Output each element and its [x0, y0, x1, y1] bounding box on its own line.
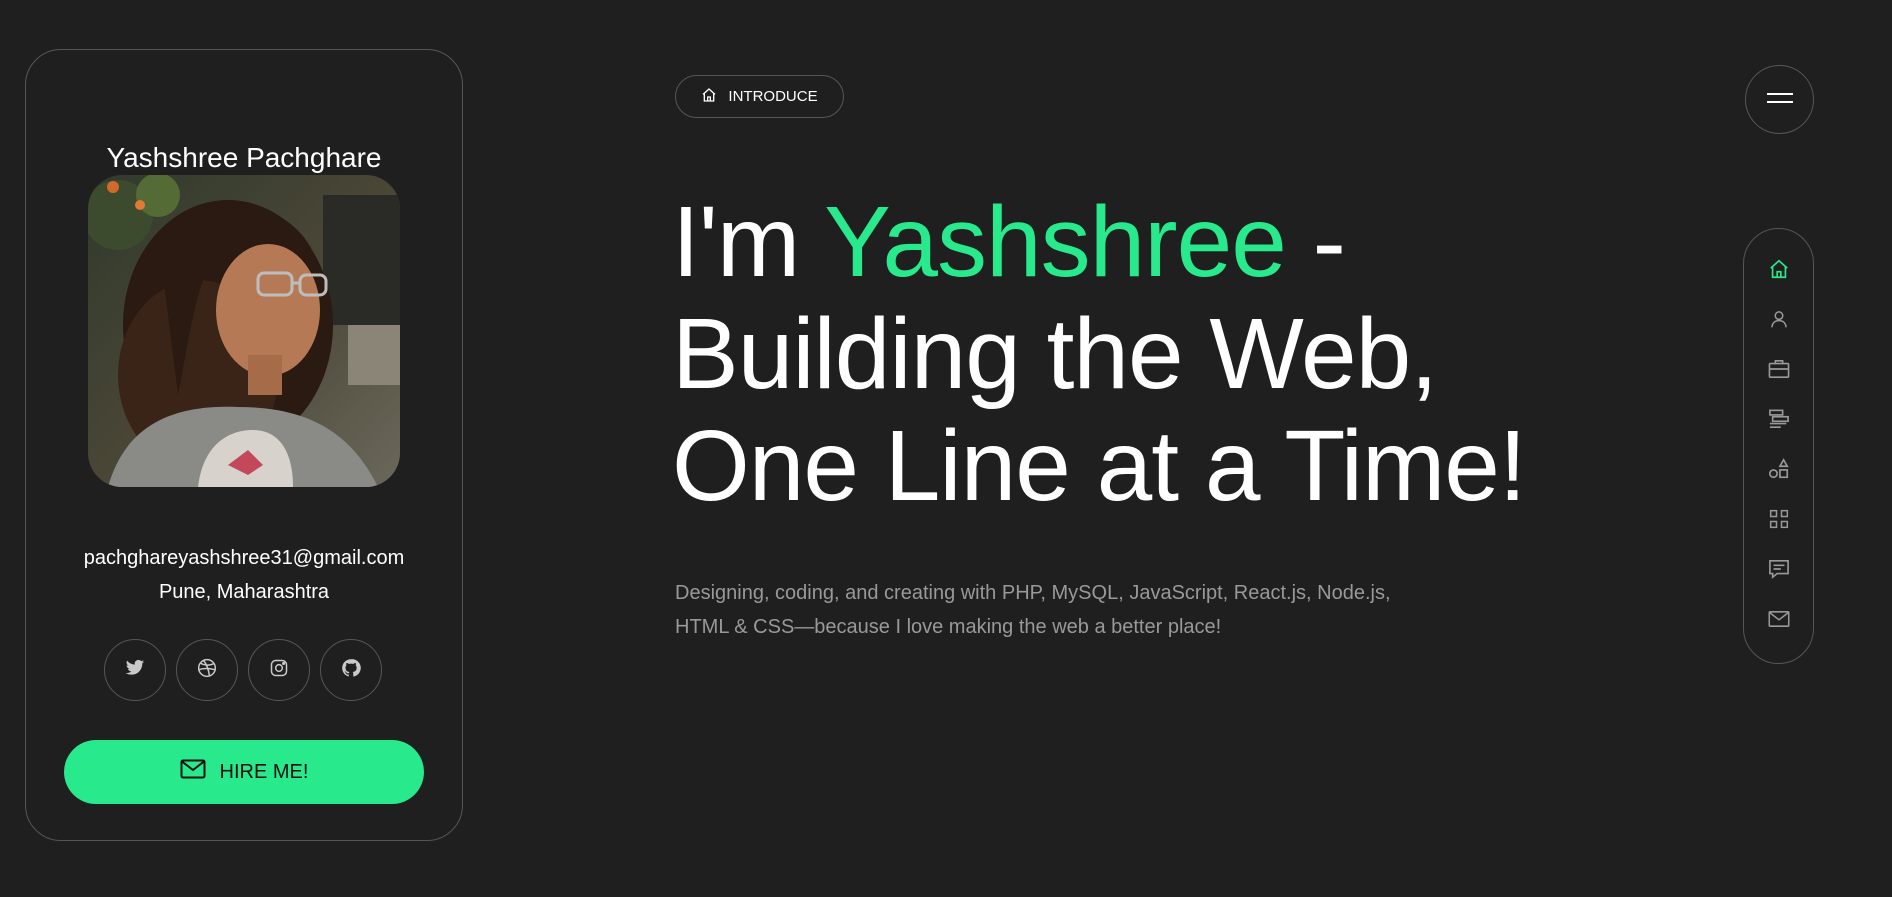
profile-card: Yashshree Pachghare pachghareyashshree31…: [25, 49, 463, 841]
twitter-icon: [125, 659, 145, 682]
github-icon: [341, 658, 361, 683]
grid-icon: [1769, 509, 1789, 534]
portfolio-page: Yashshree Pachghare pachghareyashshree31…: [0, 0, 1892, 897]
hero-heading: I'm Yashshree - Building the Web, One Li…: [672, 186, 1527, 522]
hero-name-accent: Yashshree: [824, 186, 1287, 298]
hero-line-3: One Line at a Time!: [672, 410, 1527, 522]
hero-description-line-2: HTML & CSS—because I love making the web…: [675, 616, 1222, 638]
hero-line-1-prefix: I'm: [672, 186, 825, 298]
nav-item-about[interactable]: [1744, 304, 1813, 338]
profile-email[interactable]: pachghareyashshree31@gmail.com: [26, 547, 462, 570]
hire-me-label: HIRE ME!: [219, 760, 309, 783]
section-badge-introduce: INTRODUCE: [675, 75, 844, 118]
menu-button[interactable]: [1745, 65, 1814, 134]
services-icon: [1768, 457, 1790, 485]
hero-description: Designing, coding, and creating with PHP…: [675, 576, 1475, 644]
envelope-icon: [1768, 610, 1790, 633]
nav-item-resume[interactable]: [1744, 404, 1813, 438]
nav-item-home[interactable]: [1744, 254, 1813, 288]
hamburger-icon: [1766, 91, 1793, 109]
section-badge-label: INTRODUCE: [728, 88, 818, 105]
side-navigation: [1743, 228, 1814, 664]
nav-item-services[interactable]: [1744, 454, 1813, 488]
user-icon: [1769, 309, 1789, 334]
nav-item-projects[interactable]: [1744, 504, 1813, 538]
comment-icon: [1768, 559, 1790, 584]
hero-line-2: Building the Web,: [672, 298, 1438, 410]
hero-line-1-suffix: -: [1285, 186, 1346, 298]
envelope-icon: [180, 759, 206, 785]
hero-line-1: I'm Yashshree -: [672, 186, 1526, 298]
home-icon: [701, 87, 717, 107]
dribbble-icon: [197, 658, 217, 683]
twitter-button[interactable]: [104, 639, 166, 701]
nav-item-contact[interactable]: [1744, 604, 1813, 638]
briefcase-icon: [1768, 359, 1790, 384]
nav-item-portfolio[interactable]: [1744, 354, 1813, 388]
dribbble-button[interactable]: [176, 639, 238, 701]
instagram-icon: [269, 658, 289, 683]
resume-icon: [1768, 409, 1790, 434]
nav-item-testimonials[interactable]: [1744, 554, 1813, 588]
hire-me-button[interactable]: HIRE ME!: [64, 740, 424, 804]
profile-photo: [88, 175, 400, 487]
social-links: [104, 639, 382, 701]
profile-name: Yashshree Pachghare: [106, 142, 382, 173]
hero-description-line-1: Designing, coding, and creating with PHP…: [675, 582, 1391, 604]
home-icon: [1768, 258, 1790, 285]
profile-location: Pune, Maharashtra: [158, 581, 330, 603]
github-button[interactable]: [320, 639, 382, 701]
instagram-button[interactable]: [248, 639, 310, 701]
